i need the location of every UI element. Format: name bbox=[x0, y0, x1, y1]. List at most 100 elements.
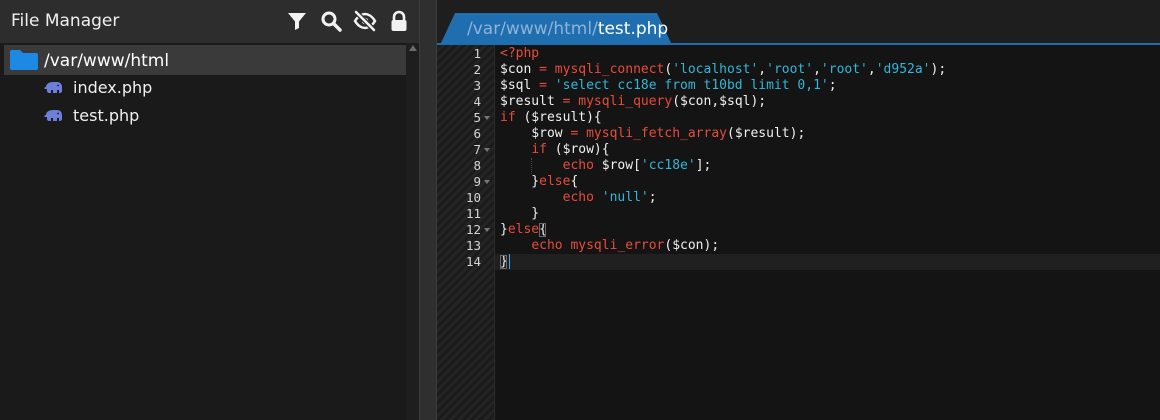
code-token: 'root' bbox=[766, 62, 814, 77]
code-token: ($row){ bbox=[546, 142, 610, 157]
line-number: 1 bbox=[473, 46, 481, 61]
code-token: = bbox=[531, 62, 555, 77]
eye-slash-icon[interactable] bbox=[353, 9, 377, 33]
code-line: echo 'null'; bbox=[500, 190, 657, 206]
code-token: mysqli_error bbox=[570, 238, 665, 253]
fold-arrow-icon[interactable] bbox=[484, 148, 490, 152]
line-number: 2 bbox=[473, 62, 481, 77]
code-token: = bbox=[562, 126, 587, 141]
tab-path: /var/www/html/ bbox=[467, 19, 598, 39]
code-token: ($con,$sql); bbox=[672, 94, 767, 109]
php-elephant-icon bbox=[44, 81, 64, 95]
bracket-match-highlight bbox=[500, 255, 507, 269]
filter-icon[interactable] bbox=[285, 9, 309, 33]
line-number: 9 bbox=[473, 174, 481, 189]
code-area[interactable]: <?php $con = mysqli_connect('localhost','… bbox=[495, 45, 1160, 420]
tree-file-index-php[interactable]: index.php bbox=[44, 77, 344, 101]
line-number: 8 bbox=[473, 158, 481, 173]
code-token: } bbox=[500, 206, 540, 221]
code-token: 'root' bbox=[820, 62, 868, 77]
code-token: ); bbox=[930, 62, 947, 77]
code-token: if bbox=[500, 110, 516, 125]
file-manager-title: File Manager bbox=[11, 11, 120, 31]
code-line: $result = mysqli_query($con,$sql); bbox=[500, 94, 766, 110]
tab-filename: test.php bbox=[597, 19, 669, 39]
code-token: $sql bbox=[500, 78, 532, 93]
php-elephant-icon bbox=[44, 109, 64, 123]
active-line-highlight bbox=[495, 254, 1160, 270]
code-token: 'null' bbox=[601, 190, 649, 205]
code-token: , bbox=[867, 62, 876, 77]
editor-tab-bar: /var/www/html/test.php bbox=[437, 0, 1160, 43]
folder-icon bbox=[9, 49, 39, 71]
line-number: 5 bbox=[473, 110, 481, 125]
line-number: 11 bbox=[465, 206, 481, 221]
scroll-up-arrow-icon[interactable] bbox=[409, 45, 417, 51]
tree-file-label: index.php bbox=[73, 78, 153, 97]
code-token: , bbox=[758, 62, 767, 77]
code-token: { bbox=[570, 174, 579, 189]
code-token: echo bbox=[562, 158, 594, 173]
code-token: ; bbox=[648, 190, 657, 205]
code-token: ($con); bbox=[664, 238, 720, 253]
line-number-gutter: 1 2 3 4 5 6 7 8 9 10 11 12 13 14 bbox=[437, 45, 495, 420]
code-token: mysqli_connect bbox=[554, 62, 665, 77]
code-token: 'cc18e' bbox=[640, 158, 696, 173]
code-token: echo bbox=[562, 190, 594, 205]
code-token: 'localhost' bbox=[672, 62, 759, 77]
panel-splitter[interactable] bbox=[419, 0, 437, 420]
code-token: ($result){ bbox=[515, 110, 602, 125]
tree-file-test-php[interactable]: test.php bbox=[44, 105, 344, 129]
line-number: 6 bbox=[473, 126, 481, 141]
line-number: 14 bbox=[465, 254, 481, 269]
file-manager-toolbar bbox=[285, 9, 411, 33]
code-token: ($result); bbox=[727, 126, 806, 141]
code-token: } bbox=[500, 222, 508, 237]
line-number: 3 bbox=[473, 78, 481, 93]
fold-arrow-icon[interactable] bbox=[484, 228, 490, 232]
line-number: 7 bbox=[473, 142, 481, 157]
tree-folder-root[interactable]: /var/www/html bbox=[4, 45, 406, 75]
code-line: } bbox=[500, 206, 539, 222]
fold-arrow-icon[interactable] bbox=[484, 116, 490, 120]
code-token: $con bbox=[500, 62, 532, 77]
tab-test-php[interactable]: /var/www/html/test.php bbox=[441, 13, 671, 43]
fold-arrow-icon[interactable] bbox=[484, 180, 490, 184]
code-token: $row[ bbox=[593, 158, 641, 173]
code-token: if bbox=[531, 142, 547, 157]
file-manager-header: File Manager bbox=[0, 0, 419, 43]
lock-icon[interactable] bbox=[387, 9, 411, 33]
text-cursor bbox=[508, 254, 510, 269]
file-manager-panel: File Manager /var/www/html index.php tes… bbox=[0, 0, 419, 420]
code-token: mysqli_fetch_array bbox=[586, 126, 727, 141]
tree-file-label: test.php bbox=[73, 106, 140, 125]
code-token: else bbox=[539, 174, 571, 189]
code-editor[interactable]: 1 2 3 4 5 6 7 8 9 10 11 12 13 14 <?php $con = mysqli_c… bbox=[437, 43, 1160, 420]
line-number: 4 bbox=[473, 94, 481, 109]
bracket-match-highlight bbox=[539, 223, 547, 237]
code-token: mysqli_query bbox=[578, 94, 673, 109]
code-token: } bbox=[500, 174, 540, 189]
code-line: <?php bbox=[500, 46, 539, 62]
code-line: if ($result){ bbox=[500, 110, 602, 126]
file-tree-scrollbar[interactable] bbox=[406, 43, 419, 420]
code-line: $con = mysqli_connect('localhost','root'… bbox=[500, 62, 946, 78]
code-token: $row bbox=[500, 126, 563, 141]
code-line: echo mysqli_error($con); bbox=[500, 238, 719, 254]
line-number: 13 bbox=[465, 238, 481, 253]
line-number: 10 bbox=[465, 190, 481, 205]
line-number: 12 bbox=[465, 222, 481, 237]
code-line: $row = mysqli_fetch_array($result); bbox=[500, 126, 805, 142]
code-token: ]; bbox=[695, 158, 712, 173]
code-token: else bbox=[507, 222, 540, 237]
code-token: 'd952a' bbox=[875, 62, 931, 77]
code-token: = bbox=[554, 94, 579, 109]
code-token: <?php bbox=[500, 46, 540, 61]
search-icon[interactable] bbox=[319, 9, 343, 33]
code-line: if ($row){ bbox=[500, 142, 610, 158]
indent-guide bbox=[531, 158, 533, 174]
code-token: echo bbox=[531, 238, 563, 253]
